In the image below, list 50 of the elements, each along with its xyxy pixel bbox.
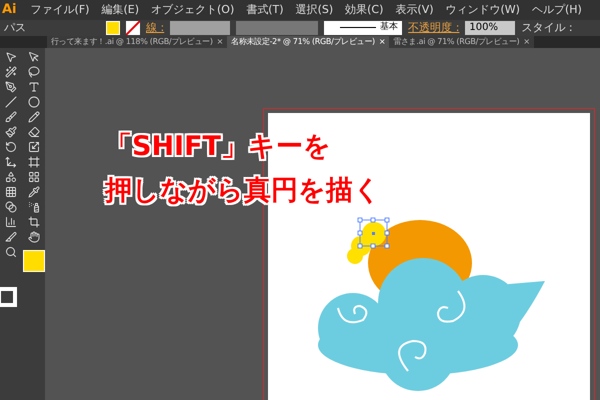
rotate-icon[interactable] <box>5 141 18 153</box>
blend-icon[interactable] <box>5 201 18 213</box>
eyedropper-icon[interactable] <box>28 186 40 198</box>
document-tab[interactable]: 雷さま.ai @ 71% (RGB/プレビュー) × <box>389 36 534 48</box>
menu-item[interactable]: 選択(S) <box>296 2 334 18</box>
document-tab[interactable]: 名称未設定-2* @ 71% (RGB/プレビュー) × <box>227 36 390 48</box>
opacity-field[interactable]: 100% <box>465 20 516 35</box>
hand-icon[interactable] <box>28 231 40 243</box>
pencil-icon[interactable] <box>28 111 40 123</box>
line-icon[interactable] <box>5 96 18 108</box>
type-icon[interactable] <box>28 81 40 93</box>
close-icon[interactable]: × <box>523 36 530 48</box>
stroke-swatch[interactable] <box>126 20 140 35</box>
stroke-weight-field[interactable] <box>170 20 230 35</box>
brush-icon[interactable] <box>5 111 18 123</box>
graph-icon[interactable] <box>5 216 18 228</box>
menu-item[interactable]: 編集(E) <box>101 2 139 18</box>
menu-item[interactable]: 効果(C) <box>345 2 384 18</box>
pen-icon[interactable] <box>5 81 18 93</box>
selection-bounding-box[interactable] <box>358 218 390 248</box>
menu-item[interactable]: 書式(T) <box>246 2 284 18</box>
menu-item[interactable]: 表示(V) <box>395 2 434 18</box>
menu-item[interactable]: オブジェクト(O) <box>151 2 234 18</box>
stroke-color-swatch[interactable] <box>0 287 18 307</box>
shape-builder-icon[interactable] <box>5 171 18 183</box>
ellipse-icon[interactable] <box>28 96 40 108</box>
close-icon[interactable]: × <box>216 36 224 48</box>
eraser-icon[interactable] <box>28 126 40 138</box>
document-tab[interactable]: 行って来ます！.ai @ 118% (RGB/プレビュー) × <box>47 36 228 48</box>
style-label: スタイル : <box>521 20 573 36</box>
lasso-icon[interactable] <box>28 66 40 78</box>
fill-color-swatch[interactable] <box>22 250 45 272</box>
menu-item[interactable]: ウィンドウ(W) <box>446 2 520 18</box>
menu-item[interactable]: ファイル(F) <box>30 2 90 18</box>
stroke-preset-dropdown[interactable]: 基本 <box>324 20 402 35</box>
zoom-icon[interactable] <box>5 246 18 258</box>
close-icon[interactable]: × <box>378 36 386 48</box>
opacity-label[interactable]: 不透明度 : <box>408 20 460 36</box>
blob-brush-icon[interactable] <box>5 126 18 138</box>
fill-swatch[interactable] <box>106 20 120 35</box>
scale-icon[interactable] <box>28 141 40 153</box>
direct-selection-icon[interactable] <box>28 51 40 63</box>
variable-width-dropdown[interactable] <box>236 20 318 35</box>
stroke-label[interactable]: 線 : <box>146 20 164 36</box>
slice-icon[interactable] <box>5 231 18 243</box>
menu-item[interactable]: ヘルプ(H) <box>532 2 582 18</box>
app-logo: Ai <box>1 1 18 19</box>
selection-tool-icon[interactable] <box>5 51 18 63</box>
selection-label: パス <box>4 20 27 36</box>
magic-wand-icon[interactable] <box>5 66 18 78</box>
